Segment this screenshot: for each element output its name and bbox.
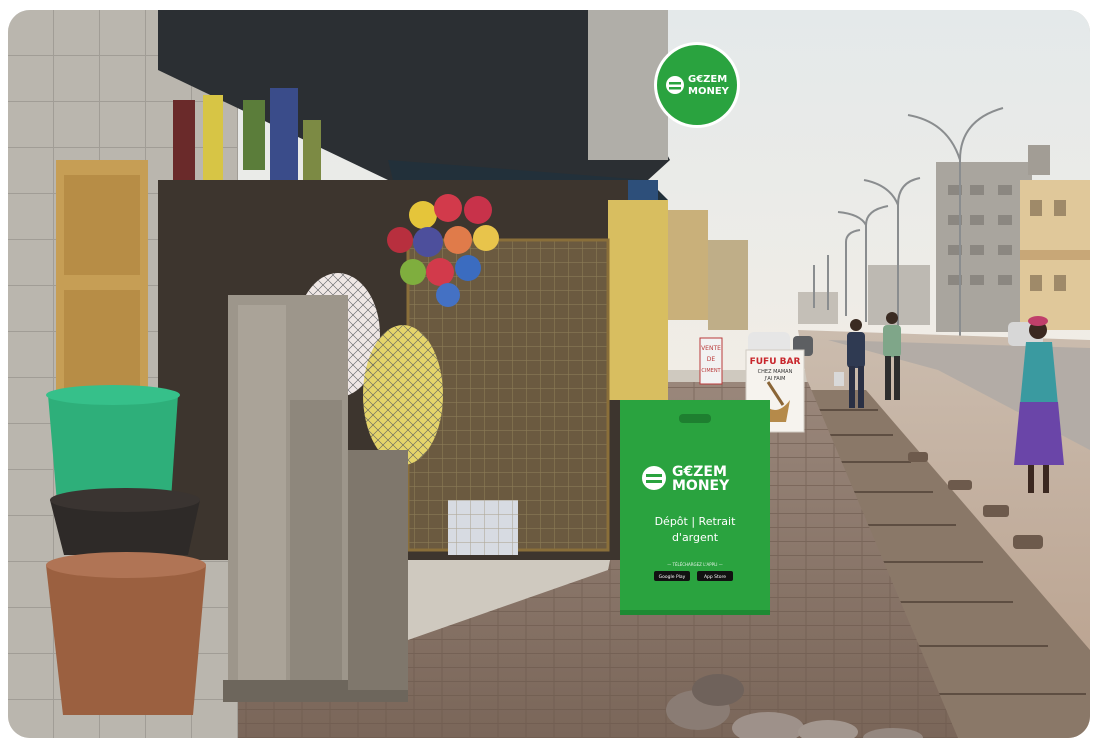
street-scene: VENTE DE CIMENT FUFU BAR CHEZ MAMAN J'AI… [8, 10, 1090, 738]
svg-text:DE: DE [707, 356, 716, 363]
gozem-a-frame-board: G€ZEM MONEY Dépôt | Retrait d'argent — T… [620, 400, 770, 615]
app-store-badge: App Store [704, 574, 726, 580]
board-brand-line2: MONEY [672, 478, 730, 494]
gozem-round-sign: G€ZEM MONEY [654, 42, 740, 128]
svg-text:CHEZ MAMAN: CHEZ MAMAN [758, 369, 793, 375]
board-download-label: — TÉLÉCHARGEZ L'APPLI — [667, 562, 723, 567]
plastic-baskets [448, 500, 518, 555]
round-sign-brand-line2: MONEY [688, 86, 730, 97]
wooden-door [56, 160, 148, 410]
svg-text:FUFU BAR: FUFU BAR [750, 357, 801, 367]
photo-frame: VENTE DE CIMENT FUFU BAR CHEZ MAMAN J'AI… [8, 10, 1090, 738]
google-play-badge: Google Play [659, 574, 686, 580]
board-tagline-line2: d'argent [672, 531, 719, 544]
svg-text:CIMENT: CIMENT [701, 368, 721, 374]
svg-text:J'AI FAIM: J'AI FAIM [764, 376, 786, 382]
round-sign-brand-line1: G€ZEM [688, 74, 727, 85]
gozem-logo-icon [666, 76, 684, 94]
board-logo-icon [642, 466, 666, 490]
svg-text:VENTE: VENTE [701, 345, 721, 352]
board-tagline-line1: Dépôt | Retrait [655, 515, 737, 528]
vente-ciment-sign: VENTE DE CIMENT [699, 337, 723, 385]
